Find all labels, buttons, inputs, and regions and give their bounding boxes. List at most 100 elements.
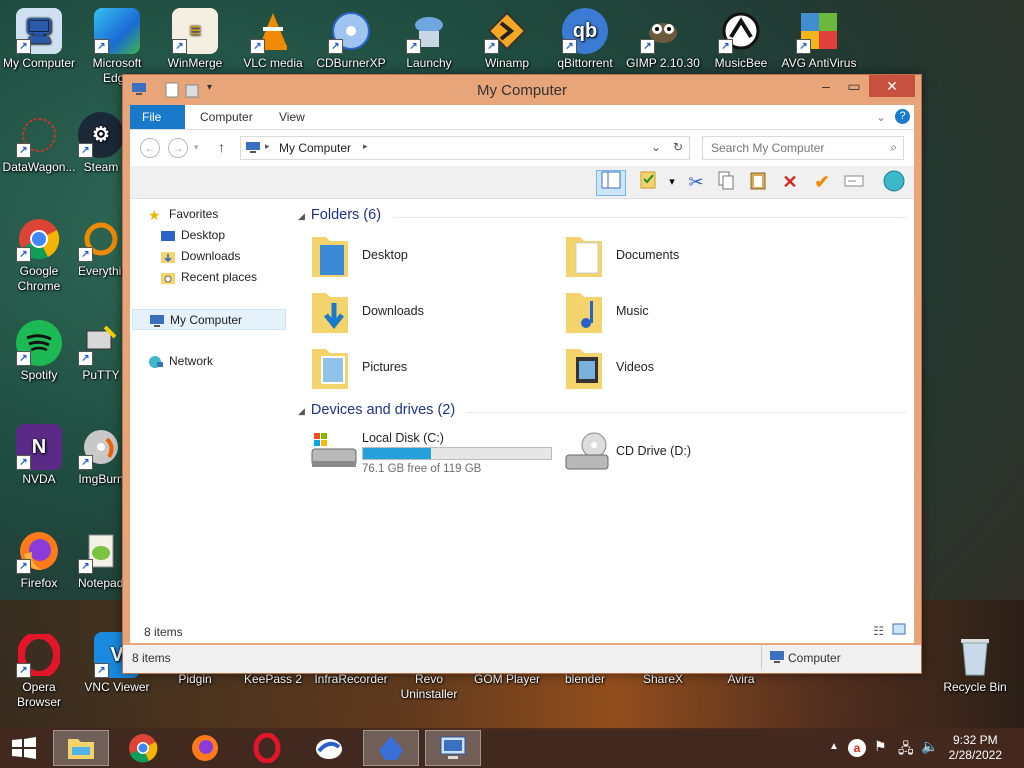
desktop-icon-vlc[interactable]: ↗ VLC media [234, 8, 312, 71]
desktop-icon-launchy[interactable]: ↗ Launchy [390, 8, 468, 71]
desktop-icon-avg[interactable]: ↗ AVG AntiVirus [780, 8, 858, 71]
breadcrumb-chevron-icon[interactable]: ▸ [363, 141, 368, 152]
start-button[interactable] [0, 730, 48, 766]
globe-icon[interactable] [882, 170, 906, 194]
network-tray-icon[interactable]: 🖧 [898, 738, 914, 762]
nav-my-computer[interactable]: My Computer [132, 309, 286, 330]
action-center-flag-icon[interactable]: ⚑ [874, 738, 887, 755]
desktop-icon-label: Everything [78, 264, 124, 278]
desktop-icon-avira[interactable]: Avira [702, 672, 780, 687]
desktop-icon-notepadpp[interactable]: ↗ Notepad++ [78, 528, 124, 591]
help-icon[interactable]: ? [895, 109, 910, 124]
desktop-icon-imgburn[interactable]: ↗ ImgBurn [78, 424, 124, 487]
desktop-icon-sharex[interactable]: ShareX [624, 672, 702, 687]
desktop-icon-datawagon[interactable]: ↗ DataWagon... [0, 112, 78, 175]
taskbar-file-explorer[interactable] [53, 730, 109, 766]
address-bar[interactable]: ▸ My Computer ▸ ⌄ ↻ [240, 136, 690, 160]
paste-icon[interactable] [746, 170, 770, 194]
avira-tray-icon[interactable]: a [848, 739, 866, 757]
search-box[interactable]: Search My Computer ⌕ [702, 136, 904, 160]
desktop-icon-firefox[interactable]: ↗ Firefox [0, 528, 78, 591]
nav-downloads[interactable]: Downloads [160, 246, 240, 267]
desktop-icon-gimp[interactable]: ↗ GIMP 2.10.30 [624, 8, 702, 71]
drives-group-header[interactable]: ◢ Devices and drives (2) [298, 402, 906, 422]
desktop-icon-keepass[interactable]: KeePass 2 [234, 672, 312, 687]
tab-view[interactable]: View [267, 105, 317, 129]
desktop-icon-steam[interactable]: ⚙ ↗ Steam [78, 112, 124, 175]
desktop-icon-everything[interactable]: ↗ Everything [78, 216, 124, 279]
copy-icon[interactable] [714, 170, 738, 194]
cut-icon[interactable]: ✂ [684, 170, 708, 194]
minimize-button[interactable]: – [811, 75, 841, 97]
nav-desktop[interactable]: Desktop [160, 225, 225, 246]
desktop-icon-spotify[interactable]: ↗ Spotify [0, 320, 78, 383]
nav-my-computer-label: My Computer [170, 313, 243, 327]
taskbar-firefox[interactable] [177, 730, 233, 766]
desktop-icon-infrarecorder[interactable]: InfraRecorder [312, 672, 390, 687]
properties-button[interactable] [636, 170, 660, 194]
search-input[interactable]: Search My Computer [711, 141, 824, 155]
desktop-icon-label: CDBurnerXP [316, 56, 386, 70]
desktop-icon-qbittorrent[interactable]: qb ↗ qBittorrent [546, 8, 624, 71]
desktop-icon-my-computer[interactable]: 🖥 ↗ My Computer [0, 8, 78, 71]
title-bar[interactable]: ▾ My Computer – ▭ ✕ [123, 75, 921, 105]
forward-button[interactable]: → [168, 138, 188, 158]
large-icons-view-icon[interactable] [892, 623, 906, 638]
breadcrumb-chevron-icon[interactable]: ▸ [265, 141, 270, 152]
taskbar-opera[interactable] [239, 730, 295, 766]
desktop-icon-putty[interactable]: ↗ PuTTY [78, 320, 124, 383]
computer-icon [149, 314, 165, 328]
tab-computer[interactable]: Computer [188, 105, 265, 129]
taskbar-app-5[interactable] [301, 730, 357, 766]
toolbar-dropdown-icon[interactable]: ▾ [660, 170, 684, 194]
system-clock[interactable]: 9:32 PM 2/28/2022 [949, 733, 1002, 763]
drive-name: CD Drive (D:) [616, 444, 691, 458]
up-arrow-icon[interactable]: ↑ [218, 139, 225, 155]
maximize-button[interactable]: ▭ [839, 75, 869, 97]
checkmark-icon[interactable]: ✔ [810, 170, 834, 194]
nav-favorites[interactable]: ★ Favorites [148, 204, 218, 225]
collapse-arrow-icon[interactable]: ◢ [298, 211, 305, 221]
collapse-arrow-icon[interactable]: ◢ [298, 406, 305, 416]
edge-icon: ↗ [94, 8, 140, 54]
back-button[interactable]: ← [140, 138, 160, 158]
nav-recent-places[interactable]: Recent places [160, 267, 257, 288]
close-button[interactable]: ✕ [869, 75, 915, 97]
desktop-icon-revo-uninstaller[interactable]: Revo Uninstaller [390, 672, 468, 702]
preview-pane-button[interactable] [596, 170, 626, 196]
musicbee-icon: ↗ [718, 8, 764, 54]
breadcrumb-my-computer[interactable]: My Computer [279, 141, 351, 155]
ribbon-expand-icon[interactable]: ⌄ [876, 110, 886, 124]
search-icon[interactable]: ⌕ [890, 140, 897, 155]
address-dropdown-icon[interactable]: ⌄ [651, 140, 661, 154]
taskbar-my-computer[interactable] [425, 730, 481, 766]
desktop-icon-nvda[interactable]: N ↗ NVDA [0, 424, 78, 487]
desktop-icon-cdburnerxp[interactable]: ↗ CDBurnerXP [312, 8, 390, 71]
rename-icon[interactable] [842, 170, 866, 194]
desktop-icon-label: Google Chrome [17, 264, 61, 293]
recent-locations-dropdown-icon[interactable]: ▾ [194, 142, 199, 153]
drive-name: Local Disk (C:) [362, 431, 444, 445]
drive-local-disk-c[interactable]: Local Disk (C:) 76.1 GB free of 119 GB [310, 427, 560, 477]
desktop-icon-pidgin[interactable]: Pidgin [156, 672, 234, 687]
folders-group-header[interactable]: ◢ Folders (6) [298, 207, 906, 227]
taskbar-app-6[interactable] [363, 730, 419, 766]
refresh-icon[interactable]: ↻ [673, 140, 683, 154]
details-view-icon[interactable]: ☷ [873, 624, 884, 638]
desktop-icon-winmerge[interactable]: ≡ ↗ WinMerge [156, 8, 234, 71]
desktop-icon-blender[interactable]: blender [546, 672, 624, 687]
tab-file[interactable]: File [130, 105, 185, 129]
desktop-icon-label: Opera Browser [16, 680, 61, 709]
cd-drive-icon [564, 427, 612, 475]
delete-icon[interactable]: ✕ [778, 170, 802, 194]
taskbar-chrome[interactable] [115, 730, 171, 766]
desktop-icon-winamp[interactable]: ↗ Winamp [468, 8, 546, 71]
desktop-icon-chrome[interactable]: ↗ Google Chrome [0, 216, 78, 294]
desktop-icon-recycle-bin[interactable]: Recycle Bin [936, 632, 1014, 695]
desktop-icon-gom-player[interactable]: GOM Player [468, 672, 546, 687]
desktop-icon-musicbee[interactable]: ↗ MusicBee [702, 8, 780, 71]
show-hidden-icons-icon[interactable]: ▲ [829, 741, 839, 752]
desktop-icon-opera[interactable]: ↗ Opera Browser [0, 632, 78, 710]
nav-network[interactable]: Network [148, 351, 213, 372]
volume-muted-icon[interactable]: 🔈 [921, 738, 938, 755]
